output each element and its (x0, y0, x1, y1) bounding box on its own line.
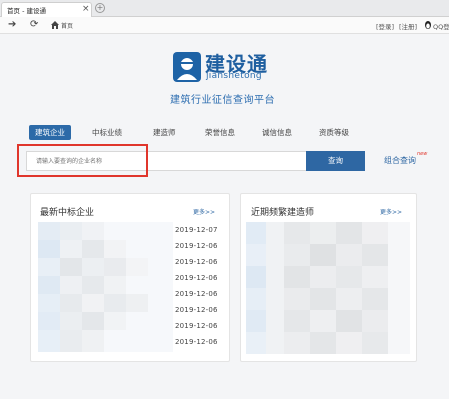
refresh-icon[interactable]: ⟳ (30, 19, 38, 31)
more-link[interactable]: 更多>> (380, 207, 402, 216)
combo-search-link[interactable]: 组合查询 (384, 155, 416, 166)
browser-tab-title: 首页 - 建设通 (7, 7, 46, 15)
panel-title: 近期频繁建造师 (251, 208, 315, 218)
tab-bid-results[interactable]: 中标业绩 (92, 125, 122, 140)
list-item-date: 2019-12-06 (175, 274, 218, 282)
list-item-date: 2019-12-06 (175, 258, 218, 266)
search-button[interactable]: 查询 (306, 151, 365, 171)
close-icon[interactable]: × (82, 3, 90, 16)
blurred-builder-names (246, 222, 410, 354)
tab-construction-company[interactable]: 建筑企业 (29, 125, 71, 140)
search-highlight-box (17, 144, 148, 177)
slogan: 建筑行业征信查询平台 (170, 95, 275, 106)
qq-login-link[interactable]: QQ登 (433, 21, 449, 31)
home-icon (51, 21, 59, 29)
latest-winning-companies-panel: 最新中标企业 更多>> 2019-12-07 2019-12-06 2019-1… (30, 193, 230, 362)
blurred-company-names (38, 222, 173, 352)
logo-subtitle: jianshetong (206, 71, 262, 81)
list-item-date: 2019-12-06 (175, 322, 218, 330)
new-badge: new (417, 151, 428, 157)
logo-icon (173, 52, 201, 82)
list-item-date: 2019-12-06 (175, 338, 218, 346)
browser-tabbar: 首页 - 建设通 × + (0, 0, 449, 17)
panel-title: 最新中标企业 (40, 208, 95, 218)
tab-builders[interactable]: 建造师 (153, 125, 176, 140)
list-item-date: 2019-12-07 (175, 226, 218, 234)
login-link[interactable]: [登录] (376, 21, 394, 31)
list-item-date: 2019-12-06 (175, 306, 218, 314)
browser-tab[interactable]: 首页 - 建设通 × (1, 2, 92, 17)
home-label: 首页 (61, 23, 74, 30)
forward-arrow-icon[interactable]: ➔ (8, 19, 16, 31)
frequent-builders-panel: 近期频繁建造师 更多>> (240, 193, 417, 362)
tab-qualification[interactable]: 资质等级 (319, 125, 349, 140)
new-tab-button[interactable]: + (95, 3, 105, 13)
tab-honors[interactable]: 荣誉信息 (205, 125, 235, 140)
list-item-date: 2019-12-06 (175, 242, 218, 250)
qq-penguin-icon (425, 21, 431, 29)
list-item-date: 2019-12-06 (175, 290, 218, 298)
browser-navbar: ➔ ⟳ 首页 [登录] [注册] QQ登 (0, 17, 449, 34)
register-link[interactable]: [注册] (399, 21, 417, 31)
tab-credit[interactable]: 诚信信息 (262, 125, 292, 140)
more-link[interactable]: 更多>> (193, 207, 215, 216)
